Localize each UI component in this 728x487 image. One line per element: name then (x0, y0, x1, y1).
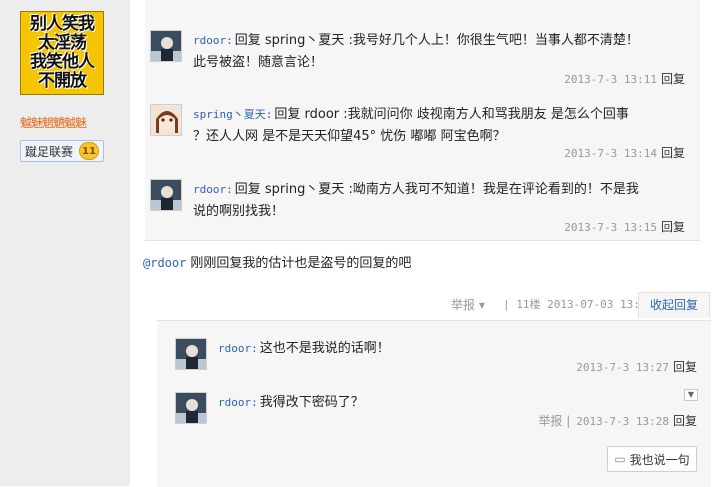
commenter-avatar[interactable] (150, 30, 182, 62)
reply-link[interactable]: 回复 (673, 360, 697, 374)
comment-text: ？还人人网 是不是天天仰望45° 忧伤 嘟嘟 阿宝色啊？ (193, 129, 506, 144)
report-link[interactable]: 举报 ▾ (451, 298, 485, 312)
commenter-name[interactable]: rdoor: (193, 34, 233, 47)
comment-body: spring丶夏天: 回复 rdoor :我就问问你 歧视南方人和骂我朋友 是怎么… (193, 104, 683, 148)
comment-text: 回复 rdoor :我就问问你 歧视南方人和骂我朋友 是怎么个回事 (274, 107, 629, 122)
comment-meta: 2013-7-3 13:11 回复 (564, 70, 685, 87)
commenter-name[interactable]: rdoor: (218, 342, 258, 355)
report-label: 举报 (451, 298, 476, 312)
comment-time: 2013-7-3 13:14 (564, 147, 657, 160)
comment-time: 2013-7-3 13:28 (576, 415, 669, 428)
comment-meta: 2013-7-3 13:14 回复 (564, 144, 685, 161)
comment-meta: 举报 | 2013-7-3 13:28 回复 (538, 412, 697, 429)
commenter-name[interactable]: rdoor: (218, 396, 258, 409)
floor-content: @rdoor 刚刚回复我的估计也是盗号的回复的吧 (143, 252, 411, 271)
avatar-text-line: 不開放 (38, 71, 87, 91)
comment-time: 2013-7-3 13:11 (564, 73, 657, 86)
poster-username[interactable]: 魆魅魍魉魆魅 (20, 114, 87, 131)
commenter-name[interactable]: rdoor: (193, 183, 233, 196)
commenter-avatar[interactable] (175, 338, 207, 370)
comment-meta: 2013-7-3 13:27 回复 (576, 358, 697, 375)
reply-link[interactable]: 回复 (661, 146, 685, 160)
avatar-image-icon (176, 393, 206, 423)
comment-body: rdoor: 我得改下密码了？ (218, 392, 364, 414)
avatar-image-icon (176, 339, 206, 369)
badge-level: 11 (79, 142, 100, 160)
badge-chip[interactable]: 蹴足联赛 11 (20, 140, 104, 162)
avatar-image-icon (151, 180, 181, 210)
commenter-avatar[interactable] (150, 179, 182, 211)
commenter-name[interactable]: spring丶夏天: (193, 108, 272, 121)
avatar-text-line: 我笑他人 (30, 52, 95, 72)
comment-body: rdoor: 这也不是我说的话啊！ (218, 338, 390, 360)
add-reply-button[interactable]: ▭ 我也说一句 (607, 446, 697, 472)
mention-link[interactable]: @rdoor (143, 256, 186, 270)
comment-body: rdoor: 回复 spring丶夏天 :我号好几个人上！你很生气吧！当事人都不清… (193, 30, 683, 74)
comment-text: 我得改下密码了？ (259, 395, 364, 410)
comment-time: 2013-7-3 13:15 (564, 221, 657, 234)
reply-thread-box: rdoor: 回复 spring丶夏天 :我号好几个人上！你很生气吧！当事人都不清… (145, 0, 700, 241)
report-link[interactable]: 举报 | (538, 414, 570, 428)
post-main: rdoor: 回复 spring丶夏天 :我号好几个人上！你很生气吧！当事人都不清… (131, 0, 728, 487)
reply-link[interactable]: 回复 (661, 220, 685, 234)
floor-text: 刚刚回复我的估计也是盗号的回复的吧 (190, 256, 412, 271)
comment-text: 说的啊别找我！ (193, 204, 285, 219)
avatar-image-icon (151, 105, 181, 135)
comment-text: 这也不是我说的话啊！ (259, 341, 390, 356)
avatar-text-line: 别人笑我 (30, 14, 95, 34)
add-reply-label: 我也说一句 (629, 452, 690, 467)
badge-label: 蹴足联赛 (25, 144, 74, 159)
left-user-column: 别人笑我 太淫荡 我笑他人 不開放 魆魅魍魉魆魅 蹴足联赛 11 (0, 0, 130, 486)
commenter-avatar[interactable] (150, 104, 182, 136)
comment-icon: ▭ (614, 452, 626, 466)
avatar-text-line: 太淫荡 (38, 33, 87, 53)
reply-link[interactable]: 回复 (661, 72, 685, 86)
comment-time: 2013-7-3 13:27 (576, 361, 669, 374)
reply-link[interactable]: 回复 (673, 414, 697, 428)
commenter-avatar[interactable] (175, 392, 207, 424)
comment-text: 回复 spring丶夏天 :我号好几个人上！你很生气吧！当事人都不清楚！ (234, 33, 639, 48)
avatar-image-icon (151, 31, 181, 61)
comment-text: 此号被盗！随意言论！ (193, 55, 324, 70)
sub-reply-box: rdoor: 这也不是我说的话啊！ 2013-7-3 13:27 回复 rdoor:… (157, 320, 711, 487)
floor-toolbar: 举报 ▾ | 11楼 2013-07-03 13:26 收起回复 (451, 292, 728, 318)
comment-body: rdoor: 回复 spring丶夏天 :呦南方人我可不知道！我是在评论看到的！不… (193, 179, 683, 223)
chevron-down-icon[interactable]: ▼ (684, 389, 698, 401)
floor-info: | 11楼 2013-07-03 13:26 (503, 298, 654, 311)
comment-text: 回复 spring丶夏天 :呦南方人我可不知道！我是在评论看到的！不是我 (234, 182, 639, 197)
collapse-replies-button[interactable]: 收起回复 (638, 292, 710, 318)
user-avatar[interactable]: 别人笑我 太淫荡 我笑他人 不開放 (20, 11, 104, 95)
comment-meta: 2013-7-3 13:15 回复 (564, 218, 685, 235)
